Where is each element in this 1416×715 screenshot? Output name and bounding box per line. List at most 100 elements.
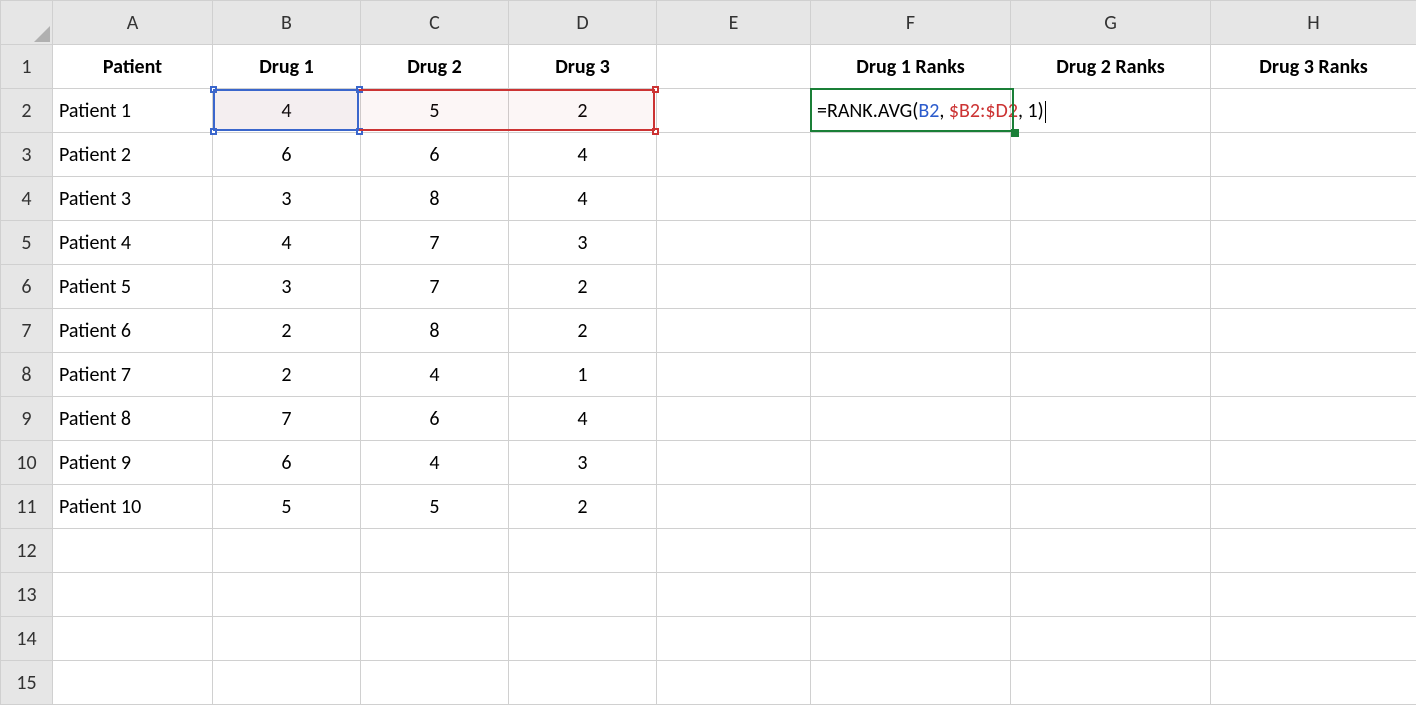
cell-D9[interactable]: 4 <box>509 397 657 441</box>
row-header-9[interactable]: 9 <box>1 397 53 441</box>
cell-D4[interactable]: 4 <box>509 177 657 221</box>
row-header-15[interactable]: 15 <box>1 661 53 705</box>
cell-E5[interactable] <box>657 221 811 265</box>
cell-G1[interactable]: Drug 2 Ranks <box>1011 45 1211 89</box>
cell-E14[interactable] <box>657 617 811 661</box>
column-header-E[interactable]: E <box>657 1 811 45</box>
cell-E13[interactable] <box>657 573 811 617</box>
cell-B14[interactable] <box>213 617 361 661</box>
range-handle[interactable] <box>356 128 363 135</box>
cell-B15[interactable] <box>213 661 361 705</box>
cell-F14[interactable] <box>811 617 1011 661</box>
cell-B2[interactable]: 4 <box>213 89 361 133</box>
cell-C7[interactable]: 8 <box>361 309 509 353</box>
cell-B8[interactable]: 2 <box>213 353 361 397</box>
cell-A6[interactable]: Patient 5 <box>53 265 213 309</box>
cell-E11[interactable] <box>657 485 811 529</box>
spreadsheet-grid[interactable]: ABCDEFGH1PatientDrug 1Drug 2Drug 3Drug 1… <box>0 0 1416 705</box>
cell-H3[interactable] <box>1211 133 1416 177</box>
cell-F11[interactable] <box>811 485 1011 529</box>
row-header-8[interactable]: 8 <box>1 353 53 397</box>
cell-D12[interactable] <box>509 529 657 573</box>
cell-C4[interactable]: 8 <box>361 177 509 221</box>
cell-A1[interactable]: Patient <box>53 45 213 89</box>
cell-H9[interactable] <box>1211 397 1416 441</box>
cell-E6[interactable] <box>657 265 811 309</box>
cell-E15[interactable] <box>657 661 811 705</box>
cell-D15[interactable] <box>509 661 657 705</box>
cell-C9[interactable]: 6 <box>361 397 509 441</box>
row-header-13[interactable]: 13 <box>1 573 53 617</box>
cell-H12[interactable] <box>1211 529 1416 573</box>
range-handle[interactable] <box>652 128 659 135</box>
cell-C12[interactable] <box>361 529 509 573</box>
range-handle[interactable] <box>356 86 363 93</box>
cell-F2[interactable]: =RANK.AVG(B2, $B2:$D2, 1) <box>811 89 1011 133</box>
cell-H4[interactable] <box>1211 177 1416 221</box>
cell-H11[interactable] <box>1211 485 1416 529</box>
cell-D10[interactable]: 3 <box>509 441 657 485</box>
cell-F15[interactable] <box>811 661 1011 705</box>
cell-G9[interactable] <box>1011 397 1211 441</box>
cell-F13[interactable] <box>811 573 1011 617</box>
cell-G14[interactable] <box>1011 617 1211 661</box>
cell-F4[interactable] <box>811 177 1011 221</box>
cell-A13[interactable] <box>53 573 213 617</box>
cell-D2[interactable]: 2 <box>509 89 657 133</box>
cell-H14[interactable] <box>1211 617 1416 661</box>
cell-D1[interactable]: Drug 3 <box>509 45 657 89</box>
cell-D7[interactable]: 2 <box>509 309 657 353</box>
cell-F7[interactable] <box>811 309 1011 353</box>
cell-A14[interactable] <box>53 617 213 661</box>
cell-D14[interactable] <box>509 617 657 661</box>
cell-B10[interactable]: 6 <box>213 441 361 485</box>
cell-A8[interactable]: Patient 7 <box>53 353 213 397</box>
cell-F12[interactable] <box>811 529 1011 573</box>
cell-A3[interactable]: Patient 2 <box>53 133 213 177</box>
row-header-10[interactable]: 10 <box>1 441 53 485</box>
cell-E10[interactable] <box>657 441 811 485</box>
cell-G13[interactable] <box>1011 573 1211 617</box>
cell-D5[interactable]: 3 <box>509 221 657 265</box>
cell-D6[interactable]: 2 <box>509 265 657 309</box>
cell-B11[interactable]: 5 <box>213 485 361 529</box>
cell-D13[interactable] <box>509 573 657 617</box>
cell-A11[interactable]: Patient 10 <box>53 485 213 529</box>
row-header-3[interactable]: 3 <box>1 133 53 177</box>
fill-handle[interactable] <box>1011 129 1019 137</box>
cell-B1[interactable]: Drug 1 <box>213 45 361 89</box>
cell-A4[interactable]: Patient 3 <box>53 177 213 221</box>
cell-B6[interactable]: 3 <box>213 265 361 309</box>
cell-B7[interactable]: 2 <box>213 309 361 353</box>
cell-H6[interactable] <box>1211 265 1416 309</box>
cell-E2[interactable] <box>657 89 811 133</box>
cell-A12[interactable] <box>53 529 213 573</box>
cell-C10[interactable]: 4 <box>361 441 509 485</box>
cell-D11[interactable]: 2 <box>509 485 657 529</box>
cell-B3[interactable]: 6 <box>213 133 361 177</box>
cell-F1[interactable]: Drug 1 Ranks <box>811 45 1011 89</box>
column-header-A[interactable]: A <box>53 1 213 45</box>
cell-C11[interactable]: 5 <box>361 485 509 529</box>
cell-G4[interactable] <box>1011 177 1211 221</box>
range-handle[interactable] <box>210 86 217 93</box>
cell-C15[interactable] <box>361 661 509 705</box>
cell-A5[interactable]: Patient 4 <box>53 221 213 265</box>
cell-C3[interactable]: 6 <box>361 133 509 177</box>
cell-H1[interactable]: Drug 3 Ranks <box>1211 45 1416 89</box>
row-header-14[interactable]: 14 <box>1 617 53 661</box>
row-header-4[interactable]: 4 <box>1 177 53 221</box>
cell-G5[interactable] <box>1011 221 1211 265</box>
cell-F5[interactable] <box>811 221 1011 265</box>
range-handle[interactable] <box>652 86 659 93</box>
cell-A9[interactable]: Patient 8 <box>53 397 213 441</box>
cell-F6[interactable] <box>811 265 1011 309</box>
column-header-D[interactable]: D <box>509 1 657 45</box>
row-header-11[interactable]: 11 <box>1 485 53 529</box>
cell-A7[interactable]: Patient 6 <box>53 309 213 353</box>
cell-E9[interactable] <box>657 397 811 441</box>
row-header-5[interactable]: 5 <box>1 221 53 265</box>
cell-E3[interactable] <box>657 133 811 177</box>
cell-A10[interactable]: Patient 9 <box>53 441 213 485</box>
cell-G10[interactable] <box>1011 441 1211 485</box>
